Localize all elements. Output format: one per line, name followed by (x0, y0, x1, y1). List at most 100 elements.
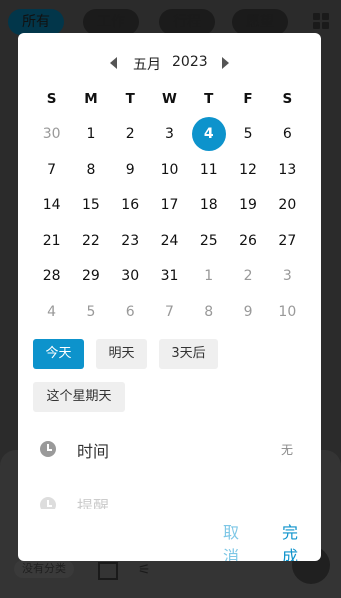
calendar-day[interactable]: 30 (32, 117, 71, 153)
calendar-day[interactable]: 19 (228, 188, 267, 224)
calendar-day[interactable]: 1 (71, 117, 110, 153)
month-label[interactable]: 五月 (133, 54, 161, 74)
calendar-day[interactable]: 21 (32, 223, 71, 259)
calendar-day[interactable]: 12 (228, 152, 267, 188)
calendar-day[interactable]: 31 (150, 259, 189, 295)
day-number: 6 (125, 303, 135, 320)
time-row[interactable]: 时间 无 (18, 429, 321, 469)
calendar-day[interactable]: 6 (111, 294, 150, 330)
day-number: 8 (204, 303, 214, 320)
calendar-day[interactable]: 23 (111, 223, 150, 259)
calendar-day[interactable]: 20 (268, 188, 307, 224)
day-number: 14 (42, 197, 61, 214)
calendar-day[interactable]: 15 (71, 188, 110, 224)
day-number: 31 (160, 268, 179, 285)
calendar-day[interactable]: 4 (32, 294, 71, 330)
chip-all: 所有 (8, 9, 64, 35)
time-label: 时间 (77, 442, 110, 461)
three-days-button[interactable]: 3天后 (159, 339, 218, 369)
tomorrow-button[interactable]: 明天 (96, 339, 147, 369)
reminder-row[interactable]: 提醒 (18, 489, 321, 509)
year-label[interactable]: 2023 (172, 54, 208, 70)
this-sunday-button[interactable]: 这个星期天 (33, 382, 125, 412)
weekday-label: T (125, 90, 135, 107)
day-number: 12 (239, 161, 257, 178)
day-number: 5 (243, 126, 253, 143)
calendar-day[interactable]: 24 (150, 223, 189, 259)
date-picker-dialog: 五月 2023 S M T W T F S 30 1 2 3 4 5 6 7 8 9 10 11 12 13 14 15 16… (18, 33, 321, 561)
calendar-day[interactable]: 14 (32, 188, 71, 224)
day-number: 11 (199, 161, 218, 178)
day-number: 19 (239, 197, 257, 214)
day-number: 1 (86, 126, 96, 143)
calendar-icon (98, 562, 118, 580)
calendar-day[interactable]: 17 (150, 188, 189, 224)
week-row: 21 22 23 24 25 26 27 (32, 223, 307, 259)
calendar-day[interactable]: 6 (268, 117, 307, 153)
day-number: 7 (47, 161, 57, 178)
calendar-day[interactable]: 29 (71, 259, 110, 295)
calendar-day[interactable]: 3 (268, 259, 307, 295)
today-button[interactable]: 今天 (33, 339, 84, 369)
calendar-day[interactable]: 18 (189, 188, 228, 224)
calendar-day[interactable]: 9 (111, 152, 150, 188)
weekday-label: F (243, 90, 253, 107)
day-number: 18 (199, 197, 218, 214)
calendar-day[interactable]: 2 (111, 117, 150, 153)
calendar-day[interactable]: 1 (189, 259, 228, 295)
day-number: 21 (42, 232, 61, 249)
calendar-day[interactable]: 25 (189, 223, 228, 259)
day-number: 29 (82, 268, 100, 285)
calendar-grid: S M T W T F S 30 1 2 3 4 5 6 7 8 9 10 11 12 13 14 15 16 17 18 19 20… (32, 81, 307, 330)
calendar-day[interactable]: 28 (32, 259, 71, 295)
calendar-day[interactable]: 7 (150, 294, 189, 330)
selected-day[interactable]: 4 (189, 117, 228, 153)
calendar-day[interactable]: 3 (150, 117, 189, 153)
day-number: 4 (191, 117, 226, 152)
calendar-day[interactable]: 5 (71, 294, 110, 330)
calendar-day[interactable]: 26 (228, 223, 267, 259)
day-number: 30 (121, 268, 140, 285)
day-number: 3 (282, 268, 292, 285)
day-number: 3 (165, 126, 174, 143)
prev-month-icon[interactable] (110, 57, 117, 69)
weekday-label: S (46, 90, 57, 107)
day-number: 30 (42, 126, 61, 143)
day-number: 26 (239, 232, 257, 249)
share-icon: ⚟ (138, 562, 151, 578)
cancel-button[interactable]: 取消 (223, 519, 239, 561)
day-number: 5 (86, 303, 96, 320)
calendar-day[interactable]: 8 (189, 294, 228, 330)
reminder-label: 提醒 (77, 497, 110, 509)
chip-wish: 愿望 (232, 9, 288, 35)
calendar-day[interactable]: 7 (32, 152, 71, 188)
calendar-day[interactable]: 11 (189, 152, 228, 188)
day-number: 4 (47, 303, 57, 320)
category-label: 没有分类 (14, 560, 74, 578)
calendar-day[interactable]: 2 (228, 259, 267, 295)
day-number: 10 (278, 303, 297, 320)
calendar-day[interactable]: 22 (71, 223, 110, 259)
calendar-day[interactable]: 13 (268, 152, 307, 188)
day-number: 10 (160, 161, 179, 178)
day-number: 7 (165, 303, 174, 320)
done-button[interactable]: 完成 (282, 519, 298, 561)
day-number: 22 (82, 232, 100, 249)
calendar-day[interactable]: 10 (268, 294, 307, 330)
day-number: 2 (243, 268, 253, 285)
day-number: 20 (278, 197, 297, 214)
calendar-day[interactable]: 10 (150, 152, 189, 188)
week-row: 28 29 30 31 1 2 3 (32, 259, 307, 295)
calendar-day[interactable]: 30 (111, 259, 150, 295)
next-month-icon[interactable] (222, 57, 229, 69)
calendar-day[interactable]: 16 (111, 188, 150, 224)
calendar-day[interactable]: 8 (71, 152, 110, 188)
calendar-day[interactable]: 27 (268, 223, 307, 259)
day-number: 24 (160, 232, 179, 249)
calendar-day[interactable]: 9 (228, 294, 267, 330)
day-number: 15 (82, 197, 100, 214)
week-row: 7 8 9 10 11 12 13 (32, 152, 307, 188)
calendar-day[interactable]: 5 (228, 117, 267, 153)
day-number: 25 (199, 232, 218, 249)
day-number: 23 (121, 232, 140, 249)
